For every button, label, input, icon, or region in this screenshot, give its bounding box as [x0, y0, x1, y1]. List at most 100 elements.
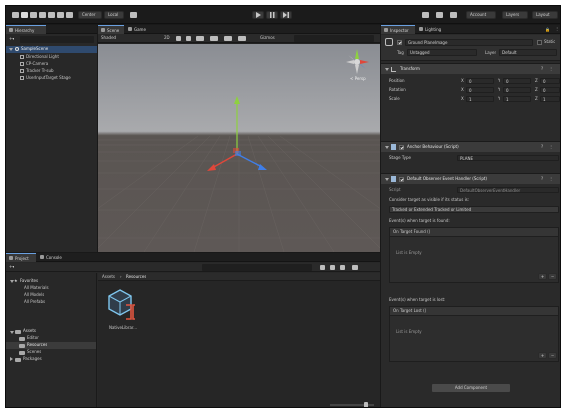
component-enabled-checkbox[interactable] — [399, 177, 404, 182]
expand-triangle-icon[interactable] — [10, 331, 14, 334]
custom-tool-icon[interactable] — [66, 12, 73, 18]
project-search-input[interactable] — [202, 264, 312, 271]
hierarchy-item[interactable]: CP-Camera — [6, 61, 97, 68]
filter-type-icon[interactable] — [320, 265, 325, 270]
transform-header[interactable]: Transform ? ⋮ — [381, 63, 560, 74]
remove-event-button[interactable]: − — [548, 273, 557, 280]
rotate-tool-icon[interactable] — [30, 12, 37, 18]
gizmos-dropdown[interactable]: Gizmos — [260, 35, 275, 41]
step-button[interactable] — [280, 11, 292, 19]
audio-toggle-icon[interactable] — [186, 36, 191, 41]
favorite-item[interactable]: All Materials — [24, 285, 49, 291]
favorite-item[interactable]: All Models — [24, 292, 44, 298]
scale-z-field[interactable]: 1 — [540, 96, 560, 102]
pivot-center-toggle[interactable]: Center — [78, 11, 102, 19]
add-event-button[interactable]: + — [538, 352, 547, 359]
pause-button[interactable] — [266, 11, 278, 19]
scale-x-field[interactable]: 1 — [466, 96, 494, 102]
breadcrumb-current[interactable]: Resources — [126, 274, 146, 280]
transform-tool-icon[interactable] — [57, 12, 64, 18]
scene-camera-icon[interactable] — [224, 36, 232, 41]
consider-visible-dropdown[interactable]: Tracked or Extended Tracked or Limited — [389, 206, 559, 213]
settings-icon[interactable]: ⋮ — [549, 144, 553, 150]
native-library-asset-icon[interactable] — [108, 287, 138, 321]
collapsed-triangle-icon[interactable] — [10, 357, 13, 361]
layer-dropdown[interactable]: Default — [499, 49, 557, 56]
cloud-icon[interactable] — [450, 12, 457, 18]
tab-console[interactable]: Console — [37, 253, 67, 262]
scene-search-input[interactable] — [294, 35, 374, 42]
object-name-field[interactable]: Ground Planelmage — [405, 39, 533, 46]
help-icon[interactable]: ? — [541, 144, 543, 150]
tab-hierarchy[interactable]: Hierarchy — [6, 25, 46, 34]
orientation-gizmo[interactable] — [342, 47, 372, 77]
asset-folder-item[interactable]: Scenes — [27, 349, 41, 355]
layers-dropdown[interactable]: Layers — [502, 11, 528, 19]
layout-dropdown[interactable]: Layout — [532, 11, 558, 19]
favorite-item[interactable]: All Prefabs — [24, 299, 45, 305]
position-x-field[interactable]: 0 — [466, 78, 494, 84]
tab-project[interactable]: Project — [6, 253, 36, 262]
component-enabled-checkbox[interactable] — [399, 145, 404, 150]
2d-toggle[interactable]: 2D — [164, 35, 170, 41]
gizmo-x-axis[interactable] — [211, 153, 238, 169]
settings-icon[interactable]: ⋮ — [549, 176, 553, 182]
rotation-z-field[interactable]: 0 — [540, 87, 560, 93]
rotation-y-field[interactable]: 0 — [503, 87, 531, 93]
add-event-button[interactable]: + — [538, 273, 547, 280]
create-plus-icon[interactable]: +▾ — [9, 36, 14, 42]
collab-icon[interactable] — [436, 12, 443, 18]
scale-y-field[interactable]: 1 — [503, 96, 531, 102]
hierarchy-item[interactable]: UserInputTarget Stage — [6, 75, 97, 82]
settings-icon[interactable]: ⋮ — [549, 66, 553, 72]
position-y-field[interactable]: 0 — [503, 78, 531, 84]
scene-viewport[interactable]: < Persp — [98, 44, 380, 252]
favorites-label[interactable]: Favorites — [20, 278, 38, 284]
help-icon[interactable]: ? — [541, 176, 543, 182]
expand-triangle-icon[interactable] — [385, 178, 389, 181]
filter-label-icon[interactable] — [330, 265, 335, 270]
gizmo-x-arrow[interactable] — [207, 164, 216, 171]
asset-folder-item[interactable]: Editor — [27, 335, 39, 341]
persp-label[interactable]: < Persp — [350, 76, 366, 82]
account-dropdown[interactable]: Account — [466, 11, 496, 19]
lock-icon[interactable]: 🔒 — [545, 27, 550, 33]
hierarchy-search-input[interactable] — [20, 36, 94, 43]
stage-type-dropdown[interactable]: PLANE — [457, 155, 559, 161]
remove-event-button[interactable]: − — [548, 352, 557, 359]
rotation-x-field[interactable]: 0 — [466, 87, 494, 93]
add-component-button[interactable]: Add Component — [431, 383, 511, 393]
tab-game[interactable]: Game — [125, 25, 151, 34]
active-checkbox[interactable] — [397, 40, 402, 45]
rect-tool-icon[interactable] — [48, 12, 55, 18]
local-global-toggle[interactable]: Local — [104, 11, 124, 19]
hierarchy-item[interactable]: Directional Light — [6, 54, 97, 61]
scale-tool-icon[interactable] — [39, 12, 46, 18]
lighting-toggle-icon[interactable] — [176, 36, 181, 41]
selected-folder-row[interactable]: Resources — [6, 342, 96, 349]
icon-size-slider[interactable] — [330, 402, 374, 407]
asset-name[interactable]: NativeLibrar... — [106, 325, 140, 331]
hidden-objects-icon[interactable] — [210, 36, 218, 41]
more-menu-icon[interactable]: ⋮ — [555, 26, 559, 32]
slider-handle[interactable] — [364, 402, 368, 407]
tag-dropdown[interactable]: Untagged — [407, 49, 477, 56]
hidden-packages-icon[interactable] — [352, 265, 358, 270]
favorite-star-icon[interactable] — [340, 265, 345, 270]
expand-triangle-icon[interactable] — [385, 68, 389, 71]
assets-folder-label[interactable]: Assets — [23, 328, 36, 334]
position-z-field[interactable]: 0 — [540, 78, 560, 84]
help-icon[interactable]: ? — [541, 66, 543, 72]
anchor-behaviour-header[interactable]: Anchor Behaviour (Script) ? ⋮ — [381, 141, 560, 152]
hand-tool-icon[interactable] — [12, 12, 19, 18]
tab-inspector[interactable]: Inspector — [381, 25, 415, 34]
breadcrumb-root[interactable]: Assets — [102, 274, 115, 280]
grid-snap-icon[interactable] — [130, 12, 137, 18]
gizmo-y-arrow[interactable] — [234, 96, 240, 104]
search-icon[interactable] — [422, 12, 429, 18]
static-checkbox[interactable] — [537, 40, 542, 45]
scene-row[interactable]: SampleScene — [6, 46, 97, 53]
hierarchy-item[interactable]: Tracker Tr-sub — [6, 68, 97, 75]
move-gizmo[interactable] — [198, 94, 278, 194]
tab-lighting[interactable]: Lighting — [416, 25, 448, 34]
